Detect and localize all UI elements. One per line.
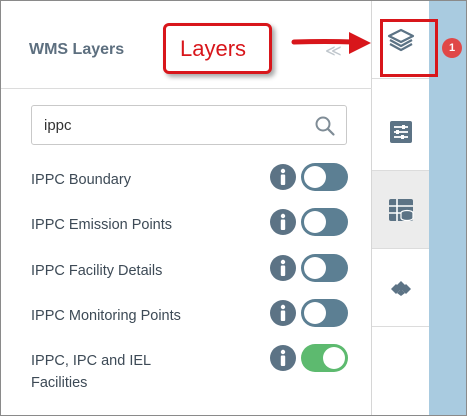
data-button[interactable]	[372, 171, 429, 249]
info-icon[interactable]	[269, 208, 297, 236]
tiles-icon	[391, 281, 411, 296]
layer-row: IPPC Boundary	[1, 159, 372, 199]
layers-button-highlight	[380, 19, 438, 77]
layer-label: IPPC, IPC and IEL Facilities	[31, 353, 151, 391]
search-icon[interactable]	[314, 115, 336, 137]
layer-row: IPPC, IPC and IEL Facilities	[1, 340, 372, 396]
layer-label: IPPC Boundary	[31, 172, 131, 188]
layer-toggle[interactable]	[301, 163, 348, 191]
toggle-knob	[304, 211, 326, 233]
database-icon	[389, 199, 414, 222]
sliders-icon	[390, 121, 412, 143]
toggle-knob	[304, 302, 326, 324]
layer-label: IPPC Emission Points	[31, 217, 173, 233]
layers-callout: Layers	[163, 23, 272, 74]
step-badge: 1	[442, 38, 462, 58]
layer-row: IPPC Monitoring Points	[1, 295, 372, 335]
toggle-knob	[304, 257, 326, 279]
info-icon[interactable]	[269, 254, 297, 282]
layer-toggle[interactable]	[301, 208, 348, 236]
layer-row: IPPC Facility Details	[1, 250, 372, 290]
info-icon[interactable]	[269, 344, 297, 372]
filters-button[interactable]	[372, 93, 429, 171]
layer-label: IPPC Facility Details	[31, 263, 163, 279]
layer-search-input[interactable]	[44, 114, 304, 136]
wms-layers-panel: WMS Layers ≪ IPPC Boundary IPPC Emission…	[1, 1, 372, 415]
layer-toggle[interactable]	[301, 344, 348, 372]
layer-toggle[interactable]	[301, 299, 348, 327]
layer-row: IPPC Emission Points	[1, 204, 372, 244]
toggle-knob	[323, 347, 345, 369]
layer-toggle[interactable]	[301, 254, 348, 282]
layer-label: IPPC Monitoring Points	[31, 308, 181, 324]
toggle-knob	[304, 166, 326, 188]
layer-search-box[interactable]	[31, 105, 347, 145]
basemap-button[interactable]	[372, 249, 429, 327]
info-icon[interactable]	[269, 163, 297, 191]
app-frame: WMS Layers ≪ IPPC Boundary IPPC Emission…	[0, 0, 467, 416]
callout-label: Layers	[180, 36, 247, 61]
arrow-icon	[291, 32, 371, 54]
info-icon[interactable]	[269, 299, 297, 327]
panel-title: WMS Layers	[29, 41, 125, 58]
